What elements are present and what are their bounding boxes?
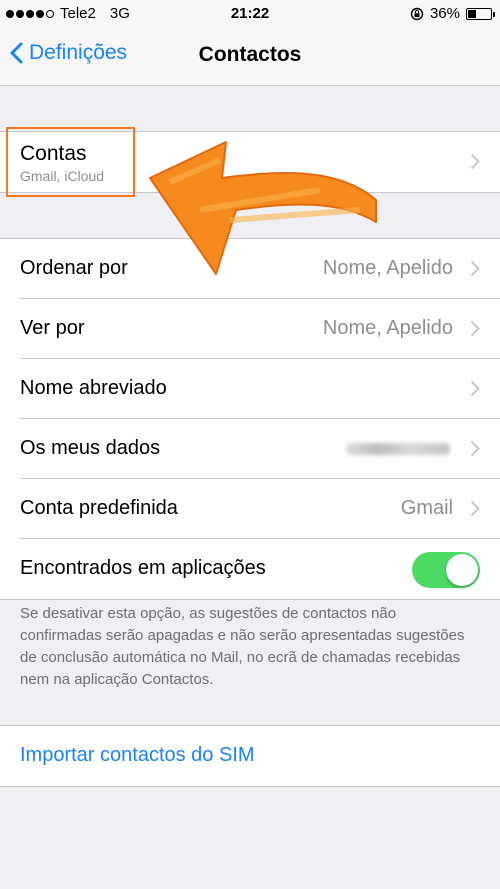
status-right: 36% (410, 5, 495, 22)
short-name-row[interactable]: Nome abreviado (0, 359, 500, 419)
my-info-value-blurred (346, 443, 450, 455)
battery-fill (468, 9, 476, 18)
accounts-highlight-box (6, 127, 135, 197)
found-in-apps-row: Encontrados em aplicações (0, 539, 500, 599)
sort-order-label: Ordenar por (20, 257, 128, 279)
rotation-lock-icon (410, 7, 424, 20)
chevron-right-icon (470, 500, 480, 517)
import-group: Importar contactos do SIM (0, 725, 500, 787)
page-title: Contactos (198, 43, 302, 66)
short-name-label: Nome abreviado (20, 377, 167, 399)
navigation-bar: Definições Contactos (0, 28, 500, 86)
import-sim-label: Importar contactos do SIM (20, 744, 255, 766)
display-order-value: Nome, Apelido (322, 317, 453, 339)
chevron-right-icon (470, 153, 480, 170)
chevron-right-icon (470, 320, 480, 337)
orange-arrow-annotation (149, 141, 377, 275)
chevron-right-icon (470, 440, 480, 457)
chevron-right-icon (470, 260, 480, 277)
my-info-label: Os meus dados (20, 437, 161, 459)
found-in-apps-footnote: Se desativar esta opção, as sugestões de… (20, 605, 465, 688)
battery-percent: 36% (429, 5, 460, 22)
display-order-row[interactable]: Ver por Nome, Apelido (0, 299, 500, 359)
settings-group: Ordenar por Nome, Apelido Ver por Nome, … (0, 238, 500, 600)
my-info-row[interactable]: Os meus dados (0, 419, 500, 479)
toggle-knob (446, 554, 478, 586)
found-in-apps-label: Encontrados em aplicações (20, 557, 266, 579)
found-in-apps-toggle[interactable] (412, 552, 480, 588)
display-order-label: Ver por (20, 317, 85, 339)
battery-icon (466, 7, 495, 20)
default-account-row[interactable]: Conta predefinida Gmail (0, 479, 500, 539)
import-sim-row[interactable]: Importar contactos do SIM (0, 726, 500, 786)
default-account-value: Gmail (400, 497, 453, 519)
status-bar: Tele2 3G 21:22 36% (0, 0, 500, 28)
chevron-right-icon (470, 380, 480, 397)
default-account-label: Conta predefinida (20, 497, 178, 519)
